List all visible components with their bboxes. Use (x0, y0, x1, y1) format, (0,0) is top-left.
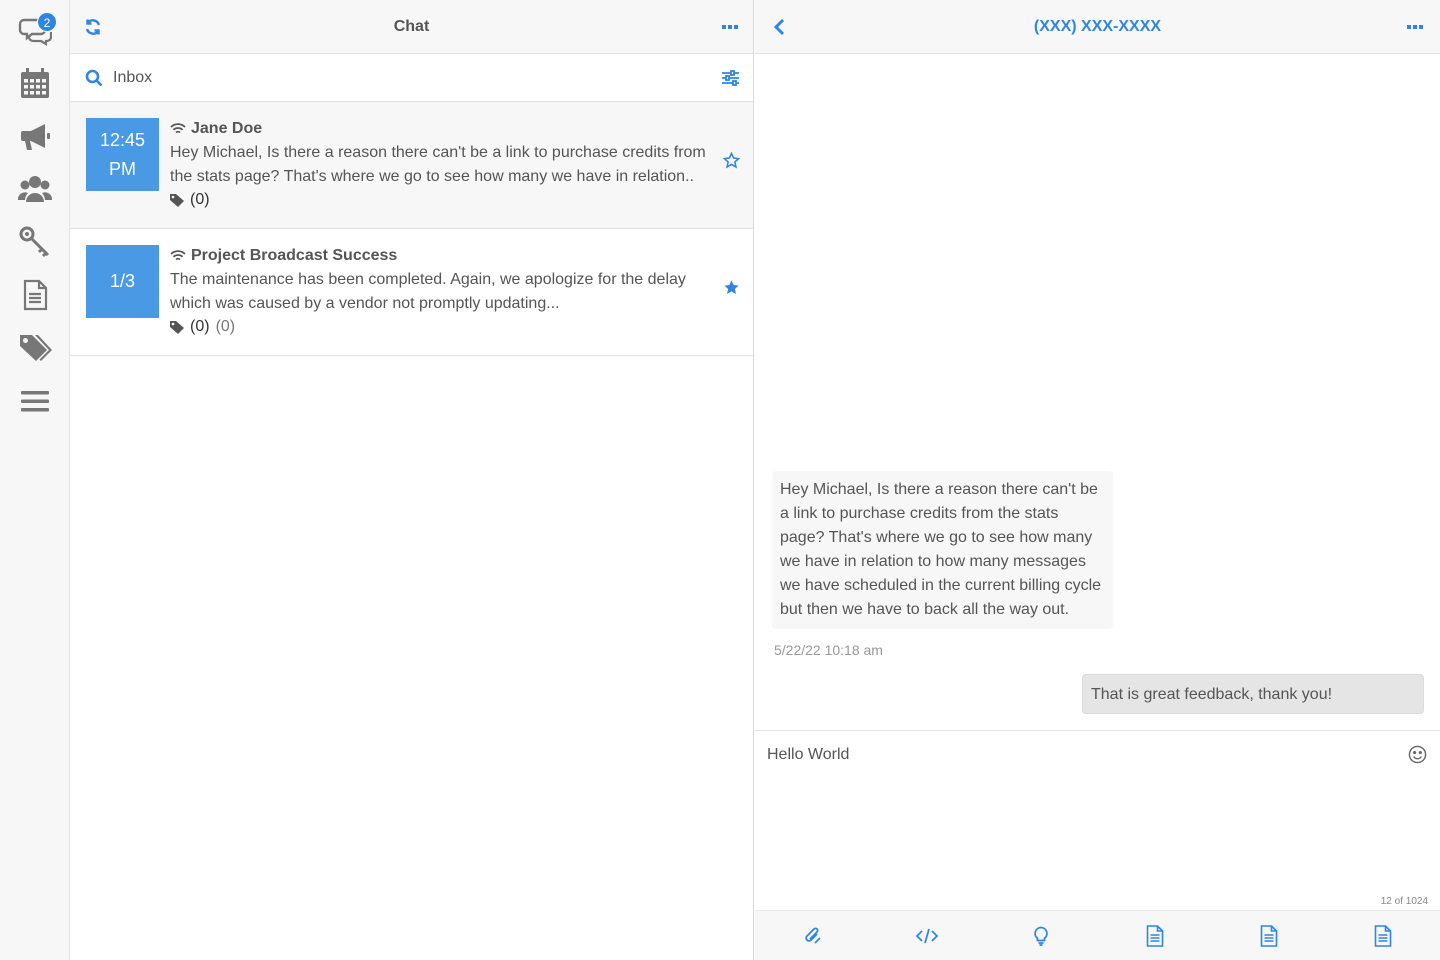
template-button-2[interactable] (1254, 921, 1284, 951)
filter-button[interactable] (720, 68, 740, 88)
contact-phone[interactable]: (XXX) XXX-XXXX (755, 0, 1440, 54)
rail-contacts[interactable] (0, 165, 70, 213)
star-filled-icon (723, 279, 739, 294)
conversation-item[interactable]: 1/3 Project Broadcast Success The mainte… (70, 229, 753, 356)
rail-menu[interactable] (0, 377, 70, 425)
message-preview: Hey Michael, Is there a reason there can… (170, 144, 706, 185)
search-button[interactable] (84, 68, 104, 88)
chat-more-button[interactable] (718, 17, 742, 37)
icon-rail: 2 (0, 0, 70, 960)
time-period: PM (109, 158, 136, 179)
rail-documents[interactable] (0, 271, 70, 319)
tag-row: (0) (170, 191, 210, 209)
rail-calendar[interactable] (0, 59, 70, 107)
document-icon (23, 279, 48, 311)
conversation-count-tile: 1/3 (86, 245, 159, 318)
page-title: Chat (393, 18, 430, 35)
tag-count: (0) (190, 191, 210, 208)
thread-header: (XXX) XXX-XXXX (755, 0, 1440, 54)
thread-panel: (XXX) XXX-XXXX Hey Michael, Is there a r… (755, 0, 1440, 960)
rail-broadcast[interactable] (0, 112, 70, 160)
tags-icon (20, 335, 52, 361)
character-counter: 12 of 1024 (1380, 896, 1428, 907)
message-timestamp: 5/22/22 10:18 am (774, 642, 883, 658)
template-button-3[interactable] (1368, 921, 1398, 951)
search-icon (85, 69, 103, 87)
conversation-item[interactable]: 12:45 PM Jane Doe Hey Michael, Is there … (70, 102, 753, 229)
emoji-button[interactable] (1406, 743, 1428, 765)
contact-name-row: Jane Doe (170, 120, 262, 138)
menu-icon (21, 391, 49, 412)
attach-button[interactable] (798, 921, 828, 951)
conversation-time-tile: 12:45 PM (86, 118, 159, 191)
star-toggle[interactable] (720, 149, 742, 171)
megaphone-icon (21, 124, 50, 150)
template-button-1[interactable] (1140, 921, 1170, 951)
rail-tags[interactable] (0, 324, 70, 372)
message-input[interactable]: Hello World (767, 743, 1397, 893)
code-button[interactable] (912, 921, 942, 951)
outgoing-message: That is great feedback, thank you! (1082, 674, 1424, 714)
template-doc-icon (1374, 925, 1392, 947)
star-toggle[interactable] (720, 276, 742, 298)
contact-name: Project Broadcast Success (191, 247, 398, 264)
template-doc-icon (1146, 925, 1164, 947)
paperclip-icon (805, 927, 821, 944)
conversation-list-panel: Chat Inbox 12:45 PM Jane Doe Hey Michael… (70, 0, 754, 960)
lightbulb-icon (1034, 926, 1048, 946)
calendar-icon (21, 68, 49, 98)
secondary-count: (0) (215, 318, 236, 335)
tag-row: (0) (0) (170, 318, 235, 336)
users-icon (18, 176, 52, 202)
message-preview: The maintenance has been completed. Agai… (170, 271, 686, 312)
suggestions-button[interactable] (1026, 921, 1056, 951)
sliders-icon (721, 70, 739, 86)
rail-keywords[interactable] (0, 218, 70, 266)
template-doc-icon (1260, 925, 1278, 947)
message-composer: Hello World 12 of 1024 (755, 730, 1440, 910)
more-dots-icon (1407, 25, 1423, 29)
smiley-icon (1408, 745, 1426, 763)
inbox-filter-label: Inbox (113, 69, 153, 86)
tag-icon (170, 194, 184, 207)
thread-more-button[interactable] (1403, 17, 1427, 37)
tag-icon (170, 321, 184, 334)
time-text: 12:45 (99, 129, 146, 150)
wifi-signal-icon (170, 123, 186, 134)
contact-name: Jane Doe (191, 120, 263, 137)
code-icon (916, 928, 938, 944)
rail-chat[interactable]: 2 (0, 5, 70, 53)
composer-toolbar (755, 910, 1440, 960)
wifi-signal-icon (170, 250, 186, 261)
search-bar[interactable]: Inbox (70, 54, 753, 102)
chat-header: Chat (70, 0, 753, 54)
tag-count: (0) (190, 318, 210, 335)
tile-text: 1/3 (109, 271, 136, 291)
contact-name-row: Project Broadcast Success (170, 247, 397, 265)
more-dots-icon (722, 25, 738, 29)
incoming-message: Hey Michael, Is there a reason there can… (772, 471, 1113, 629)
star-outline-icon (722, 151, 740, 168)
keys-icon (19, 226, 50, 258)
unread-badge: 2 (37, 12, 57, 32)
